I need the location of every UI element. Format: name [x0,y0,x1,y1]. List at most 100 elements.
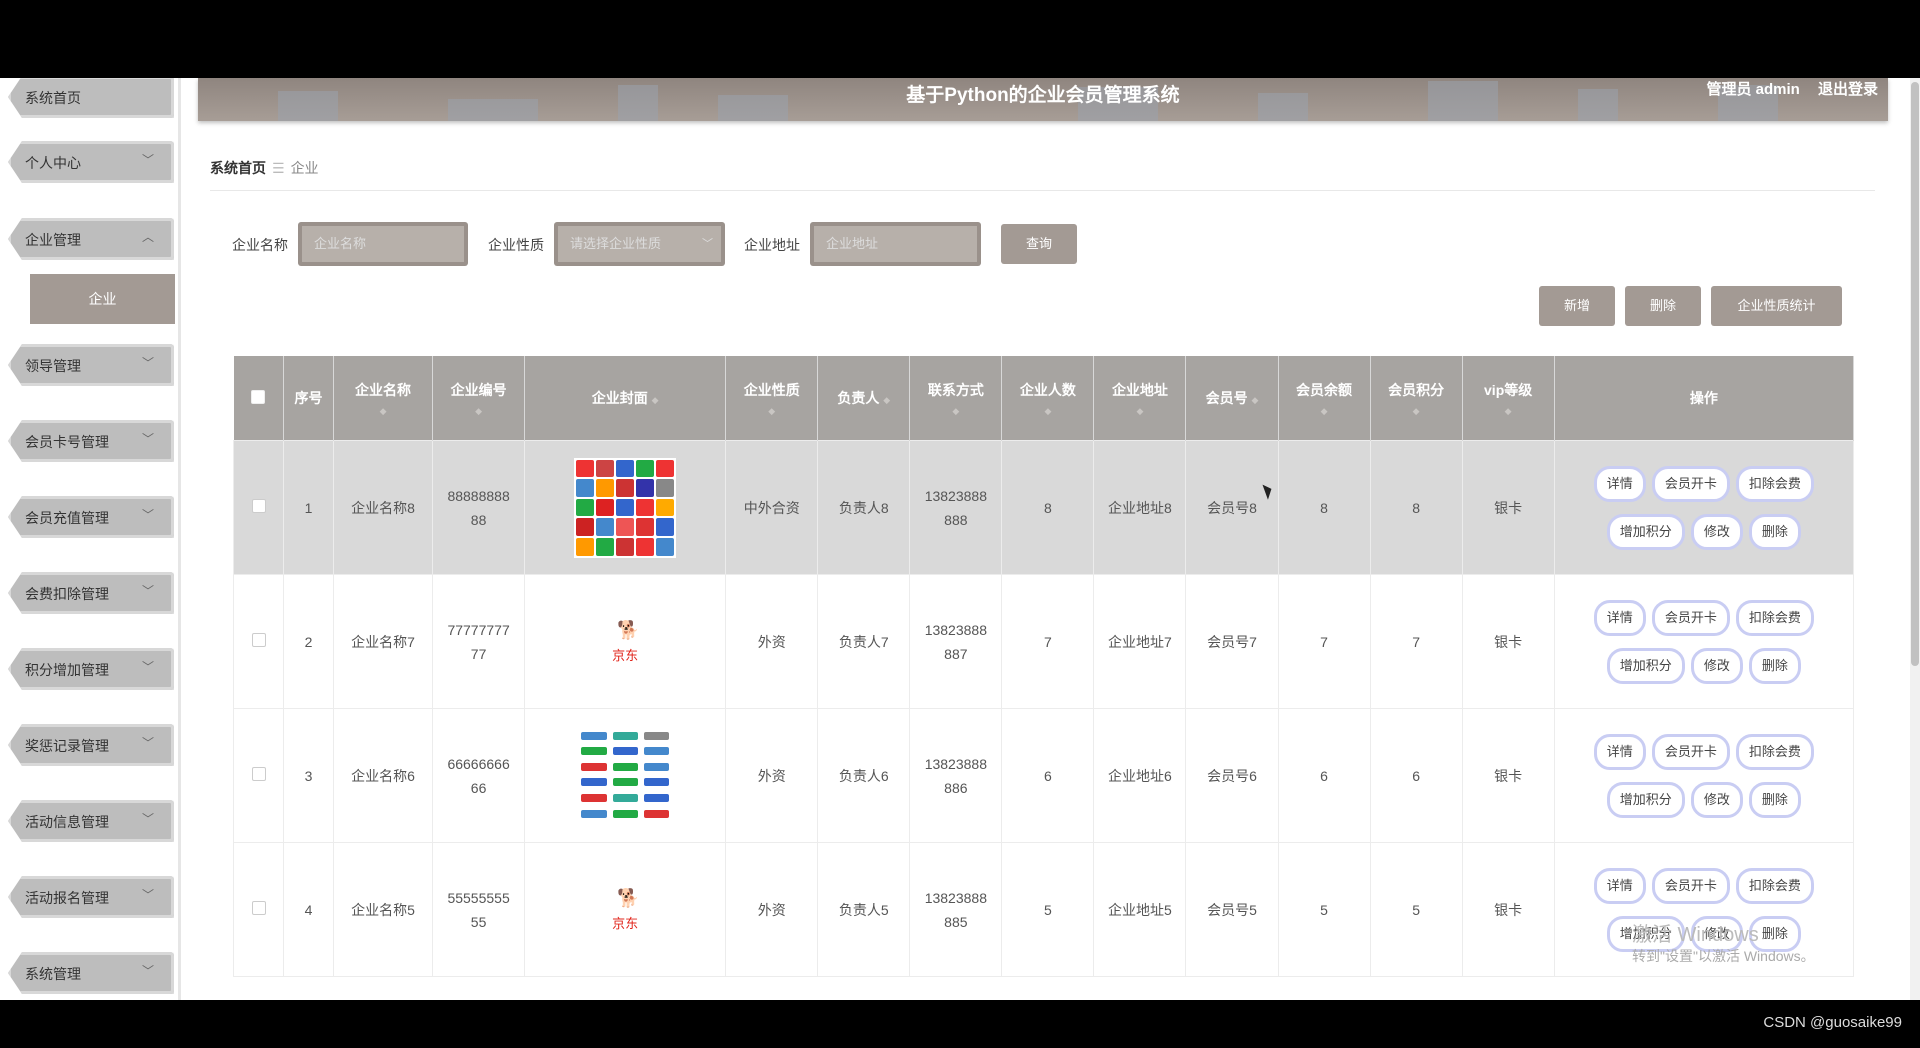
table-header: 序号 企业名称 ◆ 企业编号 ◆ 企业封面 ◆ 企业性质 ◆ 负责人 ◆ 联系方式 ◆ … [233,356,1855,441]
deduct-fee-button[interactable]: 扣除会费 [1735,733,1814,770]
select-all-checkbox[interactable] [251,389,266,404]
chevron-up-icon: ︿ [141,230,154,244]
edit-button[interactable]: 修改 [1690,513,1743,550]
admin-label: 管理员 admin [1706,81,1800,98]
sidebar-item-home[interactable]: 系统首页 [8,78,174,118]
jd-dog-icon: 🐕 [617,619,640,640]
col-header[interactable]: 企业名称 ◆ [333,356,434,441]
company-nature-label: 企业性质 [488,237,544,253]
company-cover-image [575,725,676,826]
nature-stats-button[interactable]: 企业性质统计 [1711,286,1842,326]
table-row[interactable]: 1 企业名称8 8888888888 中外合资 负责人8 13823888888… [232,440,1855,575]
sidebar-item-system[interactable]: 系统管理 ﹀ [8,952,174,994]
logout-link[interactable]: 退出登录 [1818,81,1878,98]
app-screen: 系统首页 个人中心 ﹀ 企业管理 ︿ 企业 领导管理 ﹀ 会员卡号管理 ﹀ 会员充值管理… [0,78,1920,1000]
add-points-button[interactable]: 增加积分 [1606,647,1685,684]
breadcrumb: 系统首页 ☰ 企业 [210,158,319,178]
edit-button[interactable]: 修改 [1690,647,1743,684]
add-points-button[interactable]: 增加积分 [1606,781,1685,818]
table-row[interactable]: 2 企业名称7 7777777777 🐕 京东 外资 负责人7 138238888… [232,574,1855,709]
company-nature-select[interactable]: 请选择企业性质 ﹀ [554,222,725,266]
sidebar-item-points[interactable]: 积分增加管理 ﹀ [8,648,174,690]
company-name-input[interactable]: 企业名称 [298,222,468,266]
cell-code: 8888888888 [432,440,526,575]
sidebar-item-company-mgmt[interactable]: 企业管理 ︿ [8,218,174,260]
detail-button[interactable]: 详情 [1593,867,1646,904]
col-header[interactable]: 联系方式 ◆ [909,356,1003,441]
sidebar-item-activity[interactable]: 活动信息管理 ﹀ [8,800,174,842]
detail-button[interactable]: 详情 [1593,599,1646,636]
sidebar-item-label: 会费扣除管理 [25,586,109,602]
deduct-fee-button[interactable]: 扣除会费 [1735,599,1814,636]
company-name-label: 企业名称 [232,237,288,253]
col-header[interactable]: 企业编号 ◆ [432,356,526,441]
open-card-button[interactable]: 会员开卡 [1651,465,1730,502]
sidebar-item-card[interactable]: 会员卡号管理 ﹀ [8,420,174,462]
edit-button[interactable]: 修改 [1690,781,1743,818]
cell-points: 8 [1369,440,1463,575]
delete-button[interactable]: 删除 [1625,286,1701,326]
col-header[interactable]: 企业地址 ◆ [1093,356,1187,441]
sidebar-item-recharge[interactable]: 会员充值管理 ﹀ [8,496,174,538]
col-header[interactable]: 企业人数 ◆ [1001,356,1095,441]
cell-ops: 详情 会员开卡 扣除会费 增加积分 修改 删除 [1553,574,1855,709]
add-button[interactable]: 新增 [1539,286,1615,326]
select-all-cell[interactable] [233,356,285,441]
scrollbar[interactable] [1910,78,1920,1000]
cell-vip: 银卡 [1461,440,1555,575]
chevron-down-icon: ﹀ [141,153,154,167]
chevron-down-icon: ﹀ [141,888,154,902]
col-header[interactable]: 负责人 ◆ [817,356,911,441]
detail-button[interactable]: 详情 [1593,733,1646,770]
open-card-button[interactable]: 会员开卡 [1651,867,1730,904]
cell-nature: 外资 [725,708,819,843]
query-button[interactable]: 查询 [1001,224,1077,264]
add-points-button[interactable]: 增加积分 [1606,513,1685,550]
sidebar-item-personal[interactable]: 个人中心 ﹀ [8,141,174,183]
table-row[interactable]: 3 企业名称6 6666666666 外资 负责人6 13823888886 6… [232,708,1855,843]
open-card-button[interactable]: 会员开卡 [1651,733,1730,770]
deduct-fee-button[interactable]: 扣除会费 [1735,465,1814,502]
cell-cover [524,708,727,843]
cell-leader: 负责人7 [817,574,911,709]
sort-icon: ◆ [379,405,387,416]
sidebar-item-deduct[interactable]: 会费扣除管理 ﹀ [8,572,174,614]
cell-phone: 13823888885 [909,842,1003,977]
company-cover-image: 🐕 京东 [595,880,655,940]
sort-icon: ◆ [1251,395,1259,405]
sidebar-item-signup[interactable]: 活动报名管理 ﹀ [8,876,174,918]
breadcrumb-home[interactable]: 系统首页 [210,160,266,176]
row-checkbox[interactable] [251,632,266,647]
col-header[interactable]: 会员积分 ◆ [1370,356,1463,441]
col-header: 序号 [283,356,335,441]
delete-row-button[interactable]: 删除 [1748,513,1801,550]
sidebar-item-leader[interactable]: 领导管理 ﹀ [8,344,174,386]
table-row[interactable]: 4 企业名称5 5555555555 🐕 京东 外资 负责人5 138238888… [232,842,1855,977]
breadcrumb-current: 企业 [290,160,319,176]
col-header[interactable]: 企业性质 ◆ [725,356,819,441]
header-banner: 基于Python的企业会员管理系统 管理员 admin 退出登录 [198,78,1888,121]
row-checkbox[interactable] [251,900,266,915]
cell-name: 企业名称5 [333,842,434,977]
col-header[interactable]: vip等级 ◆ [1462,356,1555,441]
cell-phone: 13823888886 [909,708,1003,843]
deduct-fee-button[interactable]: 扣除会费 [1735,867,1814,904]
detail-button[interactable]: 详情 [1593,465,1646,502]
sidebar-item-rewards[interactable]: 奖惩记录管理 ﹀ [8,724,174,766]
delete-row-button[interactable]: 删除 [1748,781,1801,818]
row-checkbox[interactable] [251,766,266,781]
company-nature-placeholder: 请选择企业性质 [570,236,662,251]
cell-balance: 6 [1277,708,1371,843]
sort-icon: ◆ [1320,405,1328,416]
scrollbar-thumb[interactable] [1911,82,1919,666]
col-header[interactable]: 会员余额 ◆ [1278,356,1371,441]
delete-row-button[interactable]: 删除 [1748,647,1801,684]
chevron-down-icon: ﹀ [141,356,154,370]
row-checkbox[interactable] [251,498,266,513]
col-header[interactable]: 会员号 ◆ [1185,356,1279,441]
col-header[interactable]: 企业封面 ◆ [524,356,727,441]
sidebar-subitem-company[interactable]: 企业 [30,274,175,324]
sidebar-item-label: 企业管理 [25,232,81,248]
company-address-input[interactable]: 企业地址 [810,222,981,266]
open-card-button[interactable]: 会员开卡 [1651,599,1730,636]
